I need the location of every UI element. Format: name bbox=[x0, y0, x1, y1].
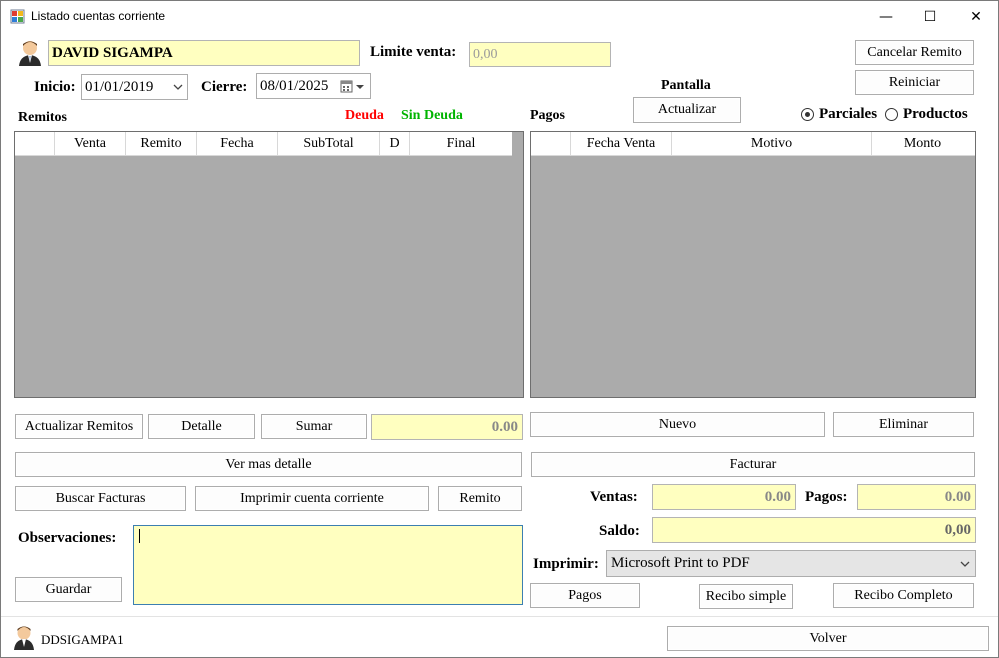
legend-sin-deuda: Sin Deuda bbox=[401, 108, 463, 123]
actualizar-button[interactable]: Actualizar bbox=[633, 97, 741, 123]
remito-button[interactable]: Remito bbox=[438, 486, 522, 511]
ventas-label: Ventas: bbox=[590, 489, 638, 505]
reiniciar-button[interactable]: Reiniciar bbox=[855, 70, 974, 95]
saldo-label: Saldo: bbox=[599, 523, 640, 539]
current-user-label: DDSIGAMPA1 bbox=[41, 632, 124, 647]
minimize-icon: — bbox=[879, 8, 893, 25]
recibo-simple-button[interactable]: Recibo simple bbox=[699, 584, 793, 609]
pagos-title: Pagos bbox=[530, 108, 565, 123]
ventas-field[interactable]: 0.00 bbox=[652, 484, 796, 510]
imprimir-cuenta-corriente-button[interactable]: Imprimir cuenta corriente bbox=[195, 486, 429, 511]
maximize-button[interactable]: ☐ bbox=[907, 1, 953, 32]
detalle-button[interactable]: Detalle bbox=[148, 414, 255, 439]
facturar-button[interactable]: Facturar bbox=[531, 452, 975, 477]
legend-deuda: Deuda bbox=[345, 108, 384, 123]
observaciones-label: Observaciones: bbox=[18, 530, 117, 546]
col-header-subtotal[interactable]: SubTotal bbox=[278, 132, 380, 156]
pagos-total-label: Pagos: bbox=[805, 489, 848, 505]
col-header-row-selector[interactable] bbox=[15, 132, 55, 156]
col-header-venta[interactable]: Venta bbox=[55, 132, 126, 156]
col-header-motivo[interactable]: Motivo bbox=[672, 132, 872, 156]
radio-productos-indicator bbox=[885, 108, 898, 121]
actualizar-remitos-button[interactable]: Actualizar Remitos bbox=[15, 414, 143, 439]
calendar-icon bbox=[340, 80, 364, 93]
window-title: Listado cuentas corriente bbox=[31, 9, 166, 23]
remitos-title: Remitos bbox=[18, 110, 67, 125]
eliminar-button[interactable]: Eliminar bbox=[833, 412, 974, 437]
col-header-d[interactable]: D bbox=[380, 132, 410, 156]
pagos-grid-header: Fecha Venta Motivo Monto bbox=[531, 132, 975, 156]
minimize-button[interactable]: — bbox=[863, 1, 909, 32]
saldo-field[interactable]: 0,00 bbox=[652, 517, 976, 543]
nuevo-button[interactable]: Nuevo bbox=[530, 412, 825, 437]
pagos-total-field[interactable]: 0.00 bbox=[857, 484, 976, 510]
suma-total-field[interactable]: 0.00 bbox=[371, 414, 523, 440]
ver-mas-detalle-button[interactable]: Ver mas detalle bbox=[15, 452, 522, 477]
radio-productos[interactable]: Productos bbox=[885, 106, 968, 123]
pagos-grid[interactable]: Fecha Venta Motivo Monto bbox=[530, 131, 976, 398]
volver-button[interactable]: Volver bbox=[667, 626, 989, 651]
limite-venta-field[interactable]: 0,00 bbox=[469, 42, 611, 67]
cierre-label: Cierre: bbox=[201, 79, 248, 95]
radio-parciales-indicator bbox=[801, 108, 814, 121]
pantalla-label: Pantalla bbox=[661, 78, 711, 93]
radio-productos-label: Productos bbox=[903, 106, 968, 122]
chevron-down-icon bbox=[960, 561, 970, 567]
guardar-button[interactable]: Guardar bbox=[15, 577, 122, 602]
user-avatar-icon bbox=[14, 626, 34, 650]
col-header-fecha-venta[interactable]: Fecha Venta bbox=[571, 132, 672, 156]
col-header-final[interactable]: Final bbox=[410, 132, 512, 156]
close-button[interactable]: ✕ bbox=[953, 1, 999, 32]
recibo-completo-button[interactable]: Recibo Completo bbox=[833, 583, 974, 608]
text-cursor bbox=[139, 529, 140, 543]
footer-divider bbox=[1, 616, 998, 617]
inicio-date-value: 01/01/2019 bbox=[85, 78, 154, 95]
inicio-label: Inicio: bbox=[34, 79, 76, 95]
remitos-grid-header: Venta Remito Fecha SubTotal D Final bbox=[15, 132, 512, 156]
col-header-monto[interactable]: Monto bbox=[872, 132, 973, 156]
main-window: Listado cuentas corriente — ☐ ✕ DAVID SI… bbox=[0, 0, 999, 658]
printer-select-value: Microsoft Print to PDF bbox=[611, 555, 750, 571]
limite-venta-label: Limite venta: bbox=[370, 44, 457, 60]
sumar-button[interactable]: Sumar bbox=[261, 414, 367, 439]
inicio-date-picker[interactable]: 01/01/2019 bbox=[81, 74, 188, 100]
client-name-field[interactable]: DAVID SIGAMPA bbox=[48, 40, 360, 66]
buscar-facturas-button[interactable]: Buscar Facturas bbox=[15, 486, 186, 511]
pagos-print-button[interactable]: Pagos bbox=[530, 583, 640, 608]
close-icon: ✕ bbox=[970, 8, 982, 25]
user-avatar-icon bbox=[19, 41, 41, 66]
cancelar-remito-button[interactable]: Cancelar Remito bbox=[855, 40, 974, 65]
cierre-date-picker[interactable]: 08/01/2025 bbox=[256, 73, 371, 99]
cierre-date-value: 08/01/2025 bbox=[260, 77, 329, 94]
radio-parciales[interactable]: Parciales bbox=[801, 106, 877, 123]
col-header-row-selector[interactable] bbox=[531, 132, 571, 156]
imprimir-label: Imprimir: bbox=[533, 556, 599, 572]
col-header-remito[interactable]: Remito bbox=[126, 132, 197, 156]
app-icon bbox=[10, 9, 25, 24]
remitos-grid[interactable]: Venta Remito Fecha SubTotal D Final bbox=[14, 131, 524, 398]
printer-select[interactable]: Microsoft Print to PDF bbox=[606, 550, 976, 577]
col-header-fecha[interactable]: Fecha bbox=[197, 132, 278, 156]
maximize-icon: ☐ bbox=[923, 8, 937, 25]
observaciones-textarea[interactable] bbox=[133, 525, 523, 605]
chevron-down-icon bbox=[173, 84, 183, 90]
title-bar: Listado cuentas corriente — ☐ ✕ bbox=[1, 1, 998, 32]
radio-parciales-label: Parciales bbox=[819, 106, 878, 122]
